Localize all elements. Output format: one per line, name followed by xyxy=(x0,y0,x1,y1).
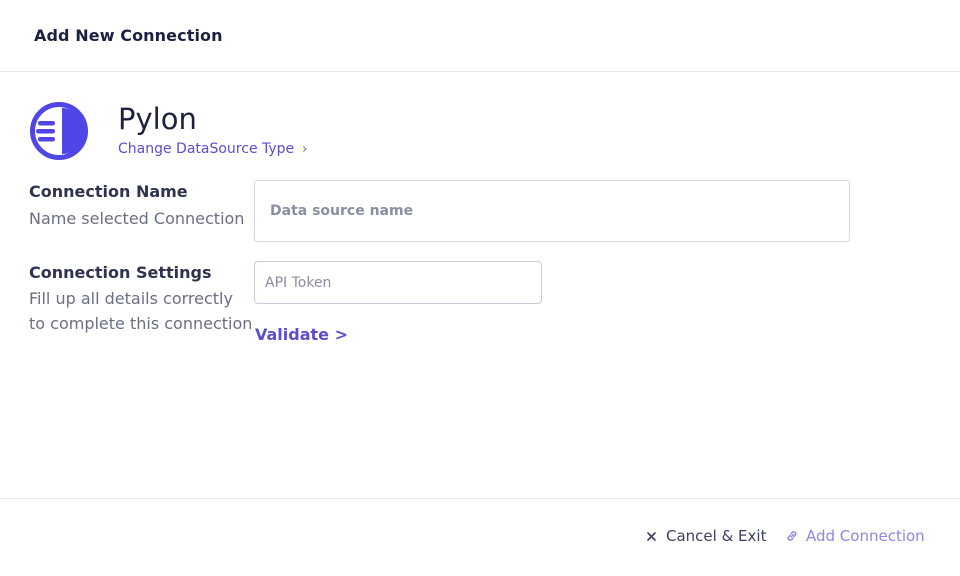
link-icon xyxy=(787,531,797,541)
modal-title: Add New Connection xyxy=(34,26,223,45)
close-icon xyxy=(647,532,656,541)
datasource-name-field[interactable] xyxy=(254,180,850,242)
datasource-name-input[interactable] xyxy=(255,181,849,241)
add-connection-label: Add Connection xyxy=(806,527,925,545)
connection-name-description: Name selected Connection xyxy=(29,209,245,228)
api-token-input[interactable] xyxy=(255,262,541,303)
chevron-right-icon: › xyxy=(302,142,308,157)
add-connection-button[interactable]: Add Connection xyxy=(785,527,925,545)
cancel-exit-label: Cancel & Exit xyxy=(666,527,767,545)
change-datasource-type-link[interactable]: Change DataSource Type › xyxy=(118,141,307,157)
connection-settings-description: Fill up all details correctly to complet… xyxy=(29,289,253,333)
connection-settings-title: Connection Settings xyxy=(29,263,212,282)
api-token-field[interactable] xyxy=(254,261,542,304)
pylon-logo-icon xyxy=(30,102,88,160)
modal-footer: Cancel & Exit Add Connection xyxy=(0,498,960,576)
modal-header: Add New Connection xyxy=(0,0,960,72)
datasource-name: Pylon xyxy=(118,102,197,136)
add-connection-modal: Add New Connection Pylon Change DataSour… xyxy=(0,0,960,576)
connection-name-title: Connection Name xyxy=(29,182,188,201)
validate-button[interactable]: Validate > xyxy=(255,325,348,344)
change-datasource-type-label: Change DataSource Type xyxy=(118,141,295,157)
cancel-exit-button[interactable]: Cancel & Exit xyxy=(645,527,766,545)
